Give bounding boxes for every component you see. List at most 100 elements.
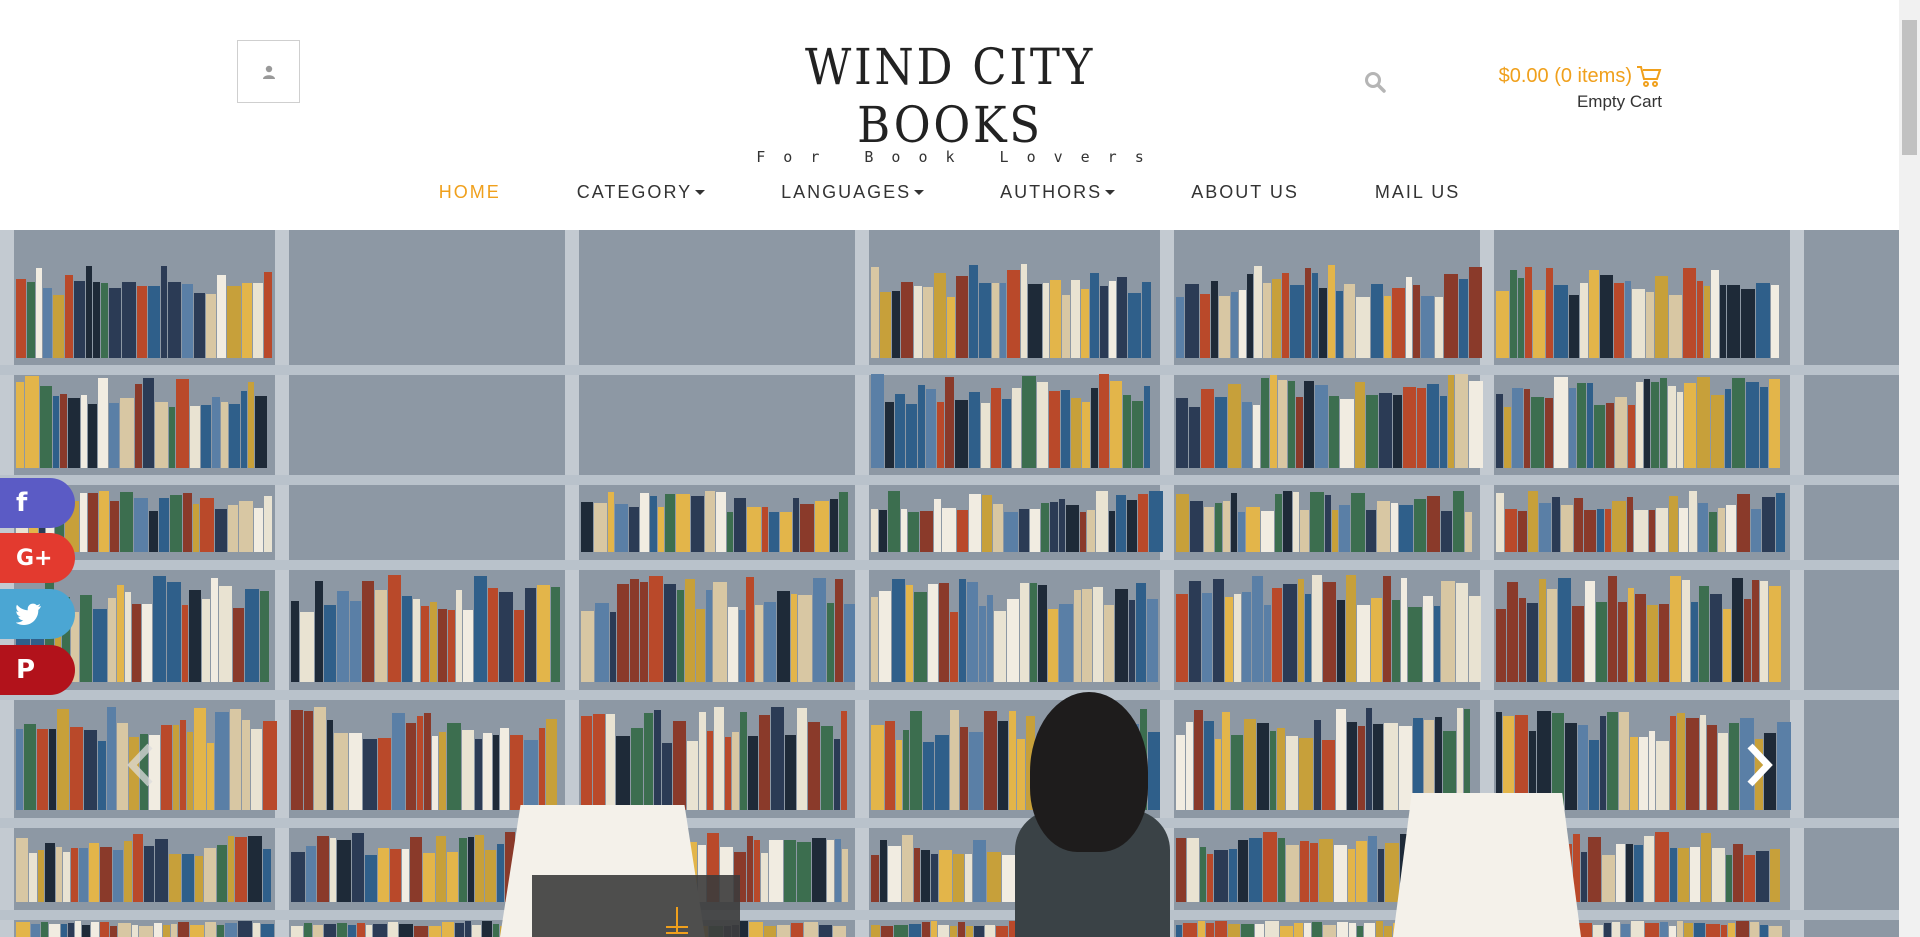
account-button[interactable] xyxy=(237,40,300,103)
book-spine xyxy=(217,924,224,937)
book-spine xyxy=(1441,581,1455,682)
book-spine xyxy=(1384,722,1398,810)
book-spine xyxy=(696,609,705,682)
book-spine xyxy=(740,921,748,937)
book-spine xyxy=(754,840,760,902)
book-spine xyxy=(1080,511,1086,552)
book-spine xyxy=(677,590,684,682)
book-spine xyxy=(1091,387,1098,468)
book-spine xyxy=(1049,390,1060,468)
book-spine xyxy=(1770,848,1780,902)
book-spine xyxy=(1527,602,1538,682)
scrollbar-thumb[interactable] xyxy=(1902,20,1917,155)
book-spine xyxy=(1584,509,1596,552)
book-spine xyxy=(819,925,832,937)
search-button[interactable] xyxy=(1363,70,1389,96)
book-spine xyxy=(922,921,930,937)
book-spine xyxy=(86,265,92,358)
book-spine xyxy=(27,282,35,358)
book-spine xyxy=(475,738,482,810)
book-spine xyxy=(1393,395,1402,468)
book-spine xyxy=(1176,925,1182,937)
book-spine xyxy=(1383,576,1391,682)
book-spine xyxy=(413,598,420,682)
book-spine xyxy=(1336,708,1346,810)
book-spine xyxy=(1720,285,1726,358)
book-spine xyxy=(182,283,193,358)
book-spine xyxy=(1229,848,1237,902)
twitter-share-button[interactable] xyxy=(0,589,75,639)
book-spine xyxy=(959,579,966,682)
book-spine xyxy=(1769,586,1781,682)
book-spine xyxy=(706,590,712,682)
book-spine xyxy=(1669,295,1682,358)
book-spine xyxy=(931,920,937,937)
book-spine xyxy=(1625,281,1631,358)
book-spine xyxy=(1660,921,1668,937)
book-spine xyxy=(1697,280,1703,358)
book-spine xyxy=(1136,582,1146,682)
book-spine xyxy=(1769,925,1782,937)
book-spine xyxy=(154,923,162,937)
book-spine xyxy=(1634,510,1648,552)
book-spine xyxy=(1434,605,1440,682)
book-spine xyxy=(1332,509,1338,552)
book-spine xyxy=(352,832,364,902)
book-spine xyxy=(455,923,464,937)
book-spine xyxy=(1707,724,1717,810)
book-spine xyxy=(53,396,59,468)
book-spine xyxy=(1684,382,1696,468)
book-spine xyxy=(442,922,454,937)
cart-total-link[interactable]: $0.00 (0 items) xyxy=(1480,64,1662,88)
book-spine xyxy=(255,395,267,468)
book-spine xyxy=(71,847,78,902)
book-spine xyxy=(142,603,152,682)
book-spine xyxy=(1337,921,1348,937)
book-spine xyxy=(1000,282,1006,358)
book-spine xyxy=(1373,723,1383,810)
googleplus-share-button[interactable]: G+ xyxy=(0,533,75,583)
book-spine xyxy=(1668,385,1676,468)
book-spine xyxy=(1277,728,1285,810)
book-spine xyxy=(215,711,229,810)
nav-authors[interactable]: AUTHORS xyxy=(1000,178,1116,207)
book-spine xyxy=(998,721,1008,810)
nav-mail-us[interactable]: MAIL US xyxy=(1375,178,1460,207)
book-spine xyxy=(839,491,848,552)
book-spine xyxy=(291,851,305,902)
book-spine xyxy=(871,854,879,902)
carousel-prev-button[interactable] xyxy=(124,740,158,790)
book-spine xyxy=(793,497,799,552)
nav-home[interactable]: HOME xyxy=(439,178,501,207)
book-spine xyxy=(1694,922,1705,937)
facebook-share-button[interactable]: f xyxy=(0,478,75,528)
nav-about-us[interactable]: ABOUT US xyxy=(1191,178,1299,207)
book-spine xyxy=(432,735,438,810)
book-spine xyxy=(424,713,431,810)
book-spine xyxy=(537,585,550,682)
book-spine xyxy=(740,711,747,810)
nav-languages[interactable]: LANGUAGES xyxy=(781,178,925,207)
site-logo[interactable]: WIND CITY BOOKS For Book Lovers xyxy=(730,38,1170,166)
book-spine xyxy=(1110,381,1122,468)
book-spine xyxy=(1565,722,1577,810)
book-spine xyxy=(1204,507,1214,552)
book-spine xyxy=(1252,576,1263,682)
cart-widget[interactable]: $0.00 (0 items) Empty Cart xyxy=(1480,64,1662,112)
carousel-next-button[interactable] xyxy=(1742,740,1776,790)
book-spine xyxy=(1660,377,1667,468)
book-spine xyxy=(390,848,401,902)
book-spine xyxy=(80,595,92,682)
book-spine xyxy=(1612,921,1620,937)
nav-category[interactable]: CATEGORY xyxy=(577,178,706,207)
book-spine xyxy=(1066,504,1079,552)
caret-down-icon xyxy=(1105,190,1116,195)
book-spine xyxy=(1649,509,1655,552)
book-spine xyxy=(1043,283,1049,358)
page-scrollbar[interactable] xyxy=(1899,0,1920,937)
book-spine xyxy=(914,848,920,902)
pinterest-share-button[interactable]: P xyxy=(0,645,75,695)
book-spine xyxy=(1644,836,1654,902)
book-spine xyxy=(1709,511,1717,552)
book-spine xyxy=(161,724,172,810)
